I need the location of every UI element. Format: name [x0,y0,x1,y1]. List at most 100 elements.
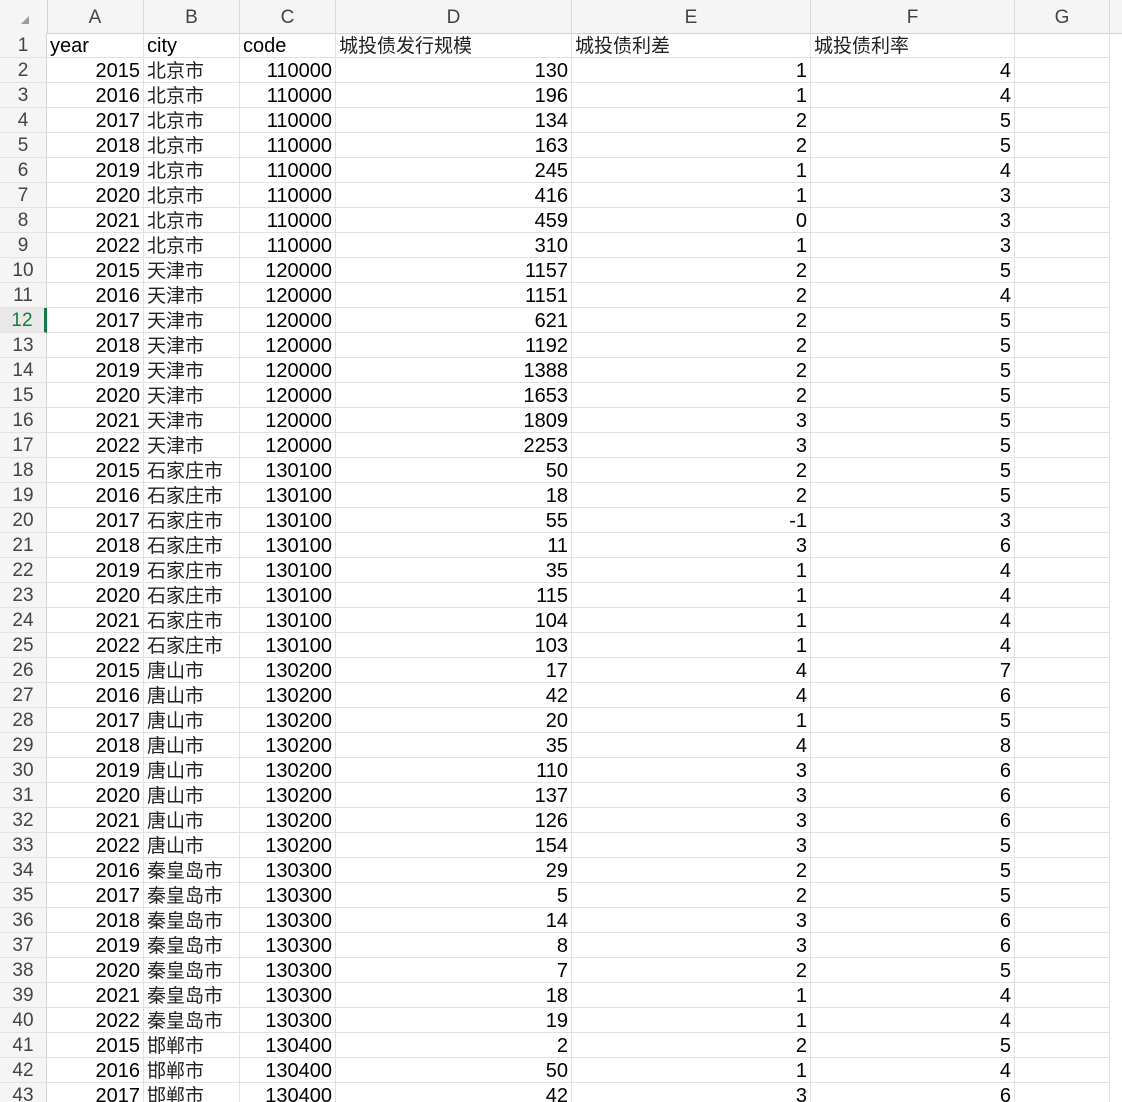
cell-d21[interactable]: 11 [336,533,572,558]
cell-a24[interactable]: 2021 [47,608,144,633]
cell-d19[interactable]: 18 [336,483,572,508]
cell-b38[interactable]: 秦皇岛市 [144,958,240,983]
cell-a36[interactable]: 2018 [47,908,144,933]
cell-e40[interactable]: 1 [572,1008,811,1033]
cell-c9[interactable]: 110000 [240,233,336,258]
cell-c36[interactable]: 130300 [240,908,336,933]
cell-g[interactable] [1015,33,1110,58]
cell-b17[interactable]: 天津市 [144,433,240,458]
cell-g18[interactable] [1015,458,1110,483]
cell-d42[interactable]: 50 [336,1058,572,1083]
cell-a26[interactable]: 2015 [47,658,144,683]
cell-f30[interactable]: 6 [811,758,1015,783]
cell-b39[interactable]: 秦皇岛市 [144,983,240,1008]
cell-f7[interactable]: 3 [811,183,1015,208]
cell-a17[interactable]: 2022 [47,433,144,458]
cell-d10[interactable]: 1157 [336,258,572,283]
cell-e14[interactable]: 2 [572,358,811,383]
cell-e41[interactable]: 2 [572,1033,811,1058]
cell-c7[interactable]: 110000 [240,183,336,208]
row-header-33[interactable]: 33 [0,833,47,858]
cell-b31[interactable]: 唐山市 [144,783,240,808]
row-header-35[interactable]: 35 [0,883,47,908]
cell-e4[interactable]: 2 [572,108,811,133]
cell-f28[interactable]: 5 [811,708,1015,733]
cell-b11[interactable]: 天津市 [144,283,240,308]
cell-a4[interactable]: 2017 [47,108,144,133]
row-header-21[interactable]: 21 [0,533,47,558]
cell-f43[interactable]: 6 [811,1083,1015,1102]
cell-a25[interactable]: 2022 [47,633,144,658]
cell-a35[interactable]: 2017 [47,883,144,908]
cell-a19[interactable]: 2016 [47,483,144,508]
cell-g27[interactable] [1015,683,1110,708]
cell-a10[interactable]: 2015 [47,258,144,283]
cell-g3[interactable] [1015,83,1110,108]
cell-a38[interactable]: 2020 [47,958,144,983]
cell-e35[interactable]: 2 [572,883,811,908]
row-header-23[interactable]: 23 [0,583,47,608]
cell-d13[interactable]: 1192 [336,333,572,358]
cell-g25[interactable] [1015,633,1110,658]
cell-f26[interactable]: 7 [811,658,1015,683]
cell-b23[interactable]: 石家庄市 [144,583,240,608]
column-header-g[interactable]: G [1015,0,1110,33]
cell-c22[interactable]: 130100 [240,558,336,583]
cell-a21[interactable]: 2018 [47,533,144,558]
cell-d2[interactable]: 130 [336,58,572,83]
row-header-14[interactable]: 14 [0,358,47,383]
row-header-1[interactable]: 1 [0,33,47,58]
column-header-b[interactable]: B [144,0,240,33]
column-header-a[interactable]: A [47,0,144,33]
cell-b19[interactable]: 石家庄市 [144,483,240,508]
cell-d31[interactable]: 137 [336,783,572,808]
cell-e42[interactable]: 1 [572,1058,811,1083]
cell-b34[interactable]: 秦皇岛市 [144,858,240,883]
cell-a23[interactable]: 2020 [47,583,144,608]
row-header-26[interactable]: 26 [0,658,47,683]
row-header-28[interactable]: 28 [0,708,47,733]
cell-e5[interactable]: 2 [572,133,811,158]
row-header-43[interactable]: 43 [0,1083,47,1102]
cell-f34[interactable]: 5 [811,858,1015,883]
cell-f32[interactable]: 6 [811,808,1015,833]
cell-d15[interactable]: 1653 [336,383,572,408]
cell-a5[interactable]: 2018 [47,133,144,158]
cell-e31[interactable]: 3 [572,783,811,808]
cell-e33[interactable]: 3 [572,833,811,858]
cell-c43[interactable]: 130400 [240,1083,336,1102]
row-header-7[interactable]: 7 [0,183,47,208]
cell-a37[interactable]: 2019 [47,933,144,958]
cell-d18[interactable]: 50 [336,458,572,483]
spreadsheet-grid[interactable]: ABCDEFG 1 year city code 城投债发行规模 城投债利差 城投债利率 2… [0,0,1122,1102]
cell-g24[interactable] [1015,608,1110,633]
row-header-15[interactable]: 15 [0,383,47,408]
cell-c34[interactable]: 130300 [240,858,336,883]
cell-a15[interactable]: 2020 [47,383,144,408]
cell-d38[interactable]: 7 [336,958,572,983]
cell-f27[interactable]: 6 [811,683,1015,708]
cell-d27[interactable]: 42 [336,683,572,708]
cell-g42[interactable] [1015,1058,1110,1083]
cell-c24[interactable]: 130100 [240,608,336,633]
cell-d8[interactable]: 459 [336,208,572,233]
cell-c21[interactable]: 130100 [240,533,336,558]
cell-b12[interactable]: 天津市 [144,308,240,333]
cell-a34[interactable]: 2016 [47,858,144,883]
cell-f23[interactable]: 4 [811,583,1015,608]
header-cell-d[interactable]: 城投债发行规模 [336,33,572,58]
cell-c23[interactable]: 130100 [240,583,336,608]
row-header-36[interactable]: 36 [0,908,47,933]
cell-e26[interactable]: 4 [572,658,811,683]
cell-b24[interactable]: 石家庄市 [144,608,240,633]
cell-e2[interactable]: 1 [572,58,811,83]
cell-f33[interactable]: 5 [811,833,1015,858]
cell-b25[interactable]: 石家庄市 [144,633,240,658]
cell-f2[interactable]: 4 [811,58,1015,83]
cell-c32[interactable]: 130200 [240,808,336,833]
cell-b6[interactable]: 北京市 [144,158,240,183]
cell-d35[interactable]: 5 [336,883,572,908]
cell-c38[interactable]: 130300 [240,958,336,983]
column-header-c[interactable]: C [240,0,336,33]
cell-d32[interactable]: 126 [336,808,572,833]
